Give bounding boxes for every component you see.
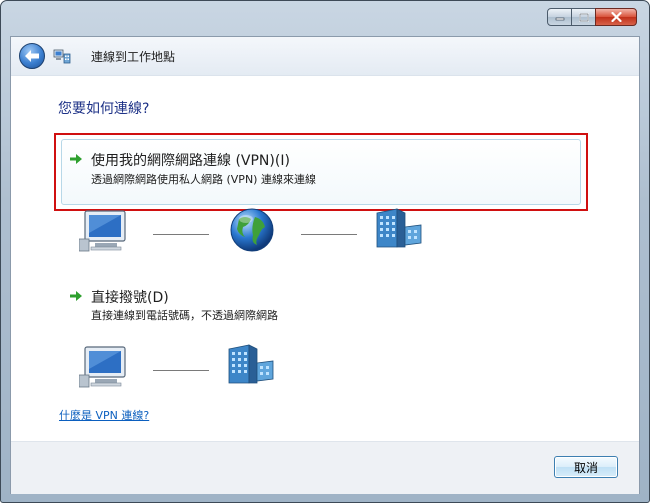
window-title: 連線到工作地點 (91, 50, 176, 64)
option-dialup-description: 直接連線到電話號碼，不透過網際網路 (91, 309, 278, 322)
close-button[interactable] (595, 8, 637, 26)
network-connection-icon (53, 49, 71, 64)
caption-buttons (547, 8, 637, 26)
minimize-button[interactable] (547, 8, 572, 26)
cancel-button[interactable]: 取消 (554, 456, 618, 478)
title-bar[interactable] (1, 1, 649, 31)
help-link-vpn[interactable]: 什麼是 VPN 連線? (59, 407, 149, 423)
green-arrow-icon (70, 291, 82, 301)
building-icon (376, 208, 422, 248)
building-icon (228, 344, 274, 384)
computer-icon (79, 210, 126, 252)
back-button[interactable] (19, 43, 45, 69)
maximize-icon (578, 12, 589, 22)
dialog-footer: 取消 (11, 441, 639, 494)
option-vpn-description: 透過網際網路使用私人網路 (VPN) 連線來連線 (91, 173, 316, 186)
connection-line (153, 370, 209, 371)
option-vpn-title[interactable]: 使用我的網際網路連線 (VPN)(I) (91, 150, 290, 170)
close-icon (610, 12, 622, 22)
connection-line (153, 234, 209, 235)
maximize-button[interactable] (571, 8, 596, 26)
dialog-content: 連線到工作地點 您要如何連線? 使用我的網際網路連線 (VPN)(I) 透過網際… (10, 36, 640, 494)
page-question: 您要如何連線? (58, 101, 150, 117)
nav-bar: 連線到工作地點 (11, 37, 639, 76)
globe-icon (230, 208, 274, 252)
option-dialup-title[interactable]: 直接撥號(D) (91, 287, 169, 307)
computer-icon (79, 346, 126, 388)
back-arrow-icon (25, 50, 39, 62)
green-arrow-icon (70, 154, 82, 164)
minimize-icon (555, 17, 564, 21)
connection-line (301, 234, 357, 235)
dialog-window: 連線到工作地點 您要如何連線? 使用我的網際網路連線 (VPN)(I) 透過網際… (0, 0, 650, 503)
